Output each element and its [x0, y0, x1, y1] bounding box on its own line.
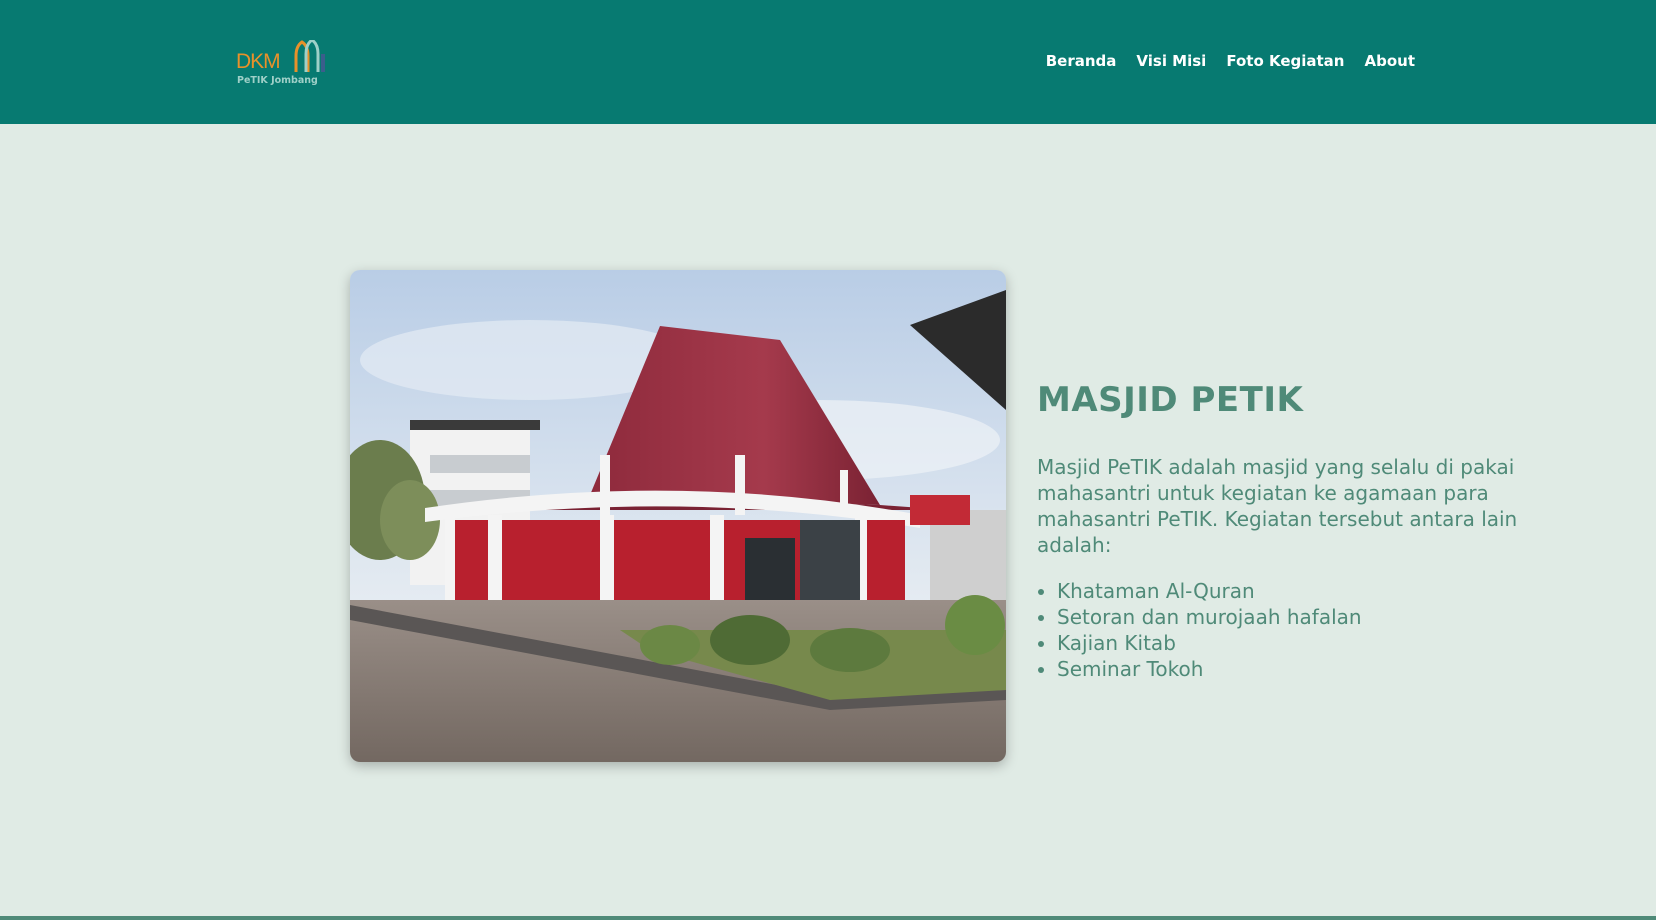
mosque-illustration — [350, 270, 1006, 762]
site-logo[interactable]: DKM PeTIK Jombang — [236, 40, 336, 90]
main-nav: Beranda Visi Misi Foto Kegiatan About — [1046, 52, 1415, 70]
nav-visi-misi[interactable]: Visi Misi — [1136, 52, 1206, 70]
logo-text: DKM — [236, 50, 281, 73]
nav-foto-kegiatan[interactable]: Foto Kegiatan — [1226, 52, 1344, 70]
list-item: Setoran dan murojaah hafalan — [1057, 604, 1537, 630]
list-item: Kajian Kitab — [1057, 630, 1537, 656]
footer-divider — [0, 916, 1656, 920]
list-item: Seminar Tokoh — [1057, 656, 1537, 682]
nav-beranda[interactable]: Beranda — [1046, 52, 1117, 70]
mosque-photo — [350, 270, 1006, 762]
nav-about[interactable]: About — [1364, 52, 1415, 70]
mosque-arch-icon — [294, 40, 325, 72]
navbar: DKM PeTIK Jombang Beranda Visi Misi Foto… — [0, 0, 1656, 124]
list-item: Khataman Al-Quran — [1057, 578, 1537, 604]
logo-subtitle: PeTIK Jombang — [237, 75, 318, 86]
mosque-info: MASJID PETIK Masjid PeTIK adalah masjid … — [1037, 380, 1537, 682]
activity-list: Khataman Al-Quran Setoran dan murojaah h… — [1037, 578, 1537, 682]
mosque-description: Masjid PeTIK adalah masjid yang selalu d… — [1037, 455, 1518, 557]
page-title: MASJID PETIK — [1037, 380, 1304, 420]
